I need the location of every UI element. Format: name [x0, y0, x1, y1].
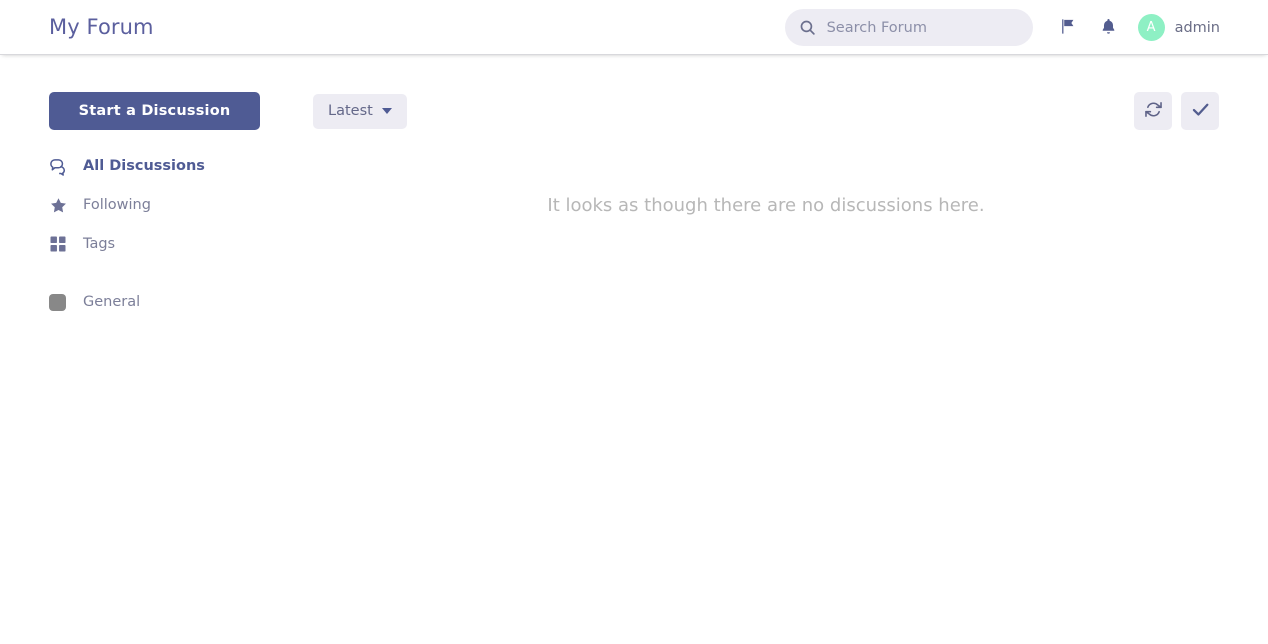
- page-body: Start a Discussion All Discussions Follo…: [0, 55, 1268, 644]
- flag-button[interactable]: [1052, 11, 1086, 45]
- sidebar-item-label: Tags: [83, 236, 116, 252]
- sidebar-item-tags[interactable]: Tags: [49, 229, 264, 259]
- sidebar-item-following[interactable]: Following: [49, 190, 264, 220]
- start-discussion-button[interactable]: Start a Discussion: [49, 92, 260, 130]
- star-icon: [49, 196, 73, 215]
- refresh-button[interactable]: [1134, 92, 1172, 130]
- header-right-group: A admin: [784, 0, 1268, 55]
- sidebar-item-label: All Discussions: [83, 158, 205, 174]
- search-box[interactable]: [784, 9, 1033, 46]
- comments-icon: [49, 157, 73, 176]
- sidebar-item-all-discussions[interactable]: All Discussions: [49, 151, 264, 181]
- discussion-list-area: It looks as though there are no discussi…: [313, 150, 1219, 644]
- refresh-icon: [1144, 100, 1163, 122]
- flag-icon: [1059, 17, 1078, 39]
- user-menu[interactable]: A admin: [1137, 14, 1220, 41]
- mark-all-read-button[interactable]: [1181, 92, 1219, 130]
- grid-icon: [49, 235, 73, 253]
- bell-icon: [1099, 17, 1118, 39]
- sidebar-item-label: General: [83, 294, 141, 310]
- username-label: admin: [1174, 19, 1220, 36]
- search-input[interactable]: [826, 19, 1019, 36]
- sidebar-item-label: Following: [83, 197, 151, 213]
- sidebar-nav: All Discussions Following Tags General: [49, 151, 264, 317]
- forum-title[interactable]: My Forum: [49, 15, 154, 39]
- sidebar-item-tag-general[interactable]: General: [49, 287, 264, 317]
- search-icon: [799, 19, 816, 36]
- sidebar: Start a Discussion All Discussions Follo…: [49, 92, 264, 326]
- toolbar-actions: [1134, 92, 1219, 130]
- sidebar-divider: [49, 268, 264, 287]
- notifications-button[interactable]: [1092, 11, 1126, 45]
- tag-swatch-icon: [49, 293, 73, 311]
- sort-dropdown[interactable]: Latest: [313, 93, 407, 129]
- empty-state-message: It looks as though there are no discussi…: [547, 195, 985, 216]
- app-header: My Forum Search Forum A admin: [0, 0, 1268, 55]
- discussion-toolbar: Latest: [313, 92, 1219, 130]
- check-icon: [1190, 99, 1211, 123]
- chevron-down-icon: [381, 108, 392, 114]
- sort-dropdown-label: Latest: [328, 103, 373, 119]
- avatar: A: [1137, 14, 1165, 41]
